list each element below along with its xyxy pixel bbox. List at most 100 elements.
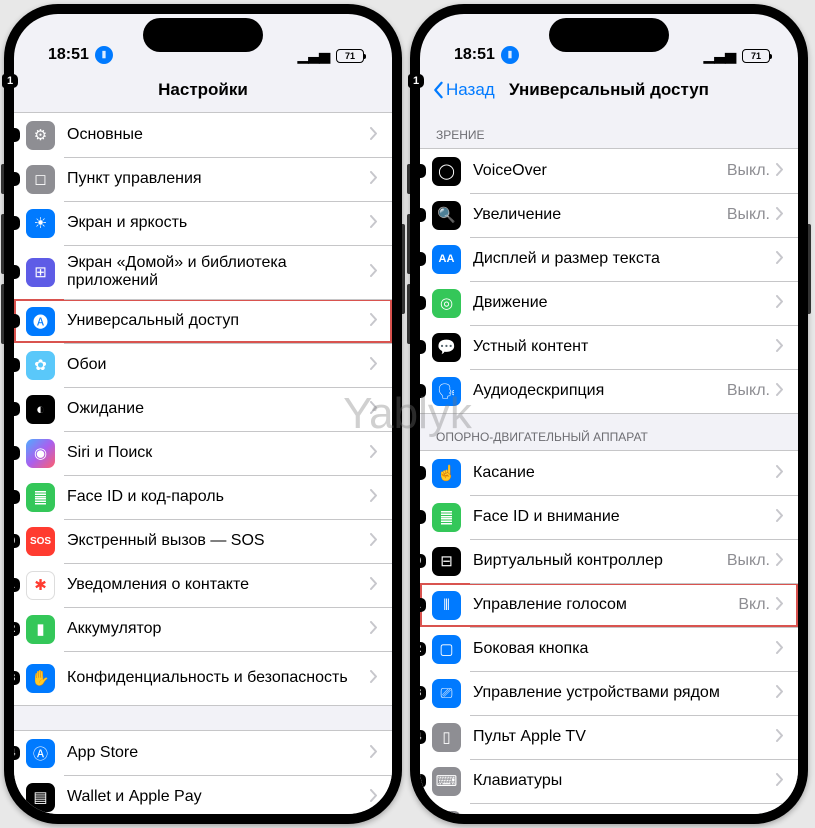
hint-badge: 12	[420, 642, 426, 656]
settings-row[interactable]: 11✱Уведомления о контакте	[14, 563, 392, 607]
status-time: 18:51	[454, 46, 495, 64]
switch-icon: ⊟	[432, 547, 461, 576]
settings-row[interactable]: 14▯Пульт Apple TV	[420, 715, 798, 759]
row-value: Выкл.	[727, 552, 770, 570]
chevron-right-icon	[370, 313, 378, 329]
row-label: Увеличение	[473, 206, 727, 224]
chevron-right-icon	[370, 489, 378, 505]
row-label: Дисплей и размер текста	[473, 250, 776, 268]
row-label: Касание	[473, 464, 776, 482]
chevron-right-icon	[776, 295, 784, 311]
row-label: Экран «Домой» и библиотека приложений	[67, 254, 370, 291]
chevron-left-icon	[432, 81, 444, 99]
voice-control-indicator-icon: ⦀	[95, 46, 113, 64]
settings-row[interactable]: 10SOSЭкстренный вызов — SOS	[14, 519, 392, 563]
hint-badge: 13	[14, 671, 20, 685]
row-label: Боковая кнопка	[473, 640, 776, 658]
row-label: Пункт управления	[67, 170, 370, 188]
spoken-icon: 💬	[432, 333, 461, 362]
chevron-right-icon	[776, 163, 784, 179]
page-title: Универсальный доступ	[509, 80, 709, 100]
hint-badge: 1	[2, 74, 18, 88]
chevron-right-icon	[776, 641, 784, 657]
settings-row[interactable]: 1⚙︎Основные	[14, 113, 392, 157]
row-label: Универсальный доступ	[67, 312, 370, 330]
settings-row[interactable]: 4AAДисплей и размер текста	[420, 237, 798, 281]
hint-badge: 8	[420, 466, 426, 480]
settings-row[interactable]: 4⊞Экран «Домой» и библиотека приложений	[14, 245, 392, 299]
chevron-right-icon	[776, 729, 784, 745]
chevron-right-icon	[776, 207, 784, 223]
chevron-right-icon	[370, 401, 378, 417]
row-label: Экстренный вызов — SOS	[67, 532, 370, 550]
hint-badge: 9	[14, 490, 20, 504]
row-value: Выкл.	[727, 162, 770, 180]
dynamic-island	[549, 18, 669, 52]
chevron-right-icon	[370, 789, 378, 805]
row-label: Основные	[67, 126, 370, 144]
settings-row[interactable]: 8 ☝ Касание	[420, 451, 798, 495]
settings-row[interactable]: 5🅐Универсальный доступ	[14, 299, 392, 343]
settings-row[interactable]: 9 ䷀ Face ID и код-пароль	[14, 475, 392, 519]
settings-row[interactable]: 2◯VoiceOverВыкл.	[420, 149, 798, 193]
row-label: Обои	[67, 356, 370, 374]
settings-row[interactable]: 13⎚Управление устройствами рядом	[420, 671, 798, 715]
hint-badge: 5	[420, 296, 426, 310]
settings-row[interactable]: 10⊟Виртуальный контроллерВыкл.	[420, 539, 798, 583]
wallpaper-icon: ✿	[26, 351, 55, 380]
appletv-icon: ▯	[432, 723, 461, 752]
cellular-icon: ▁▃▅	[298, 47, 330, 64]
settings-row[interactable]: 15⌨Клавиатуры	[420, 759, 798, 803]
hint-badge: 2	[14, 172, 20, 186]
hint-badge: 11	[420, 598, 426, 612]
settings-row[interactable]: 2◻︎Пункт управления	[14, 157, 392, 201]
settings-row[interactable]: 8◉Siri и Поиск	[14, 431, 392, 475]
hint-badge: 15	[420, 774, 426, 788]
sidebutton-icon: ▢	[432, 635, 461, 664]
airpods-icon: 🎧	[432, 811, 461, 815]
row-label: Пульт Apple TV	[473, 728, 776, 746]
chevron-right-icon	[370, 215, 378, 231]
settings-row[interactable]: 3☀︎Экран и яркость	[14, 201, 392, 245]
row-label: Face ID и код-пароль	[67, 488, 370, 506]
phone-right: 1 18:51 ⦀ ▁▃▅ 71 Назад Универсальный дос…	[410, 4, 808, 824]
zoom-icon: 🔍	[432, 201, 461, 230]
settings-row[interactable]: 12 ▢ Боковая кнопка	[420, 627, 798, 671]
row-label: App Store	[67, 744, 370, 762]
chevron-right-icon	[370, 577, 378, 593]
settings-row[interactable]: 6 ✿ Обои	[14, 343, 392, 387]
touch-icon: ☝	[432, 459, 461, 488]
cellular-icon: ▁▃▅	[704, 47, 736, 64]
settings-list[interactable]: 1⚙︎Основные2◻︎Пункт управления3☀︎Экран и…	[14, 112, 392, 814]
row-label: Аудиодескрипция	[473, 382, 727, 400]
sos-icon: SOS	[26, 527, 55, 556]
hint-badge: 11	[14, 578, 20, 592]
settings-row[interactable]: 16🎧Наушники AirPods	[420, 803, 798, 814]
accessibility-list[interactable]: ЗРЕНИЕ 2◯VoiceOverВыкл.3🔍УвеличениеВыкл.…	[420, 112, 798, 814]
chevron-right-icon	[370, 670, 378, 686]
faceid-icon: ䷀	[26, 483, 55, 512]
settings-row[interactable]: 11⦀Управление голосомВкл.	[420, 583, 798, 627]
settings-row[interactable]: 12▮Аккумулятор	[14, 607, 392, 651]
chevron-right-icon	[370, 533, 378, 549]
chevron-right-icon	[776, 509, 784, 525]
hint-badge: 7	[420, 384, 426, 398]
hint-badge: 3	[420, 208, 426, 222]
faceid-icon: ䷀	[432, 503, 461, 532]
row-label: Виртуальный контроллер	[473, 552, 727, 570]
settings-row[interactable]: 14ⒶApp Store	[14, 731, 392, 775]
settings-row[interactable]: 15▤Wallet и Apple Pay	[14, 775, 392, 814]
hint-badge: 6	[14, 358, 20, 372]
settings-row[interactable]: 9䷀Face ID и внимание	[420, 495, 798, 539]
back-button[interactable]: Назад	[432, 80, 495, 100]
settings-row[interactable]: 6💬Устный контент	[420, 325, 798, 369]
gear-icon: ⚙︎	[26, 121, 55, 150]
settings-row[interactable]: 7🗣АудиодескрипцияВыкл.	[420, 369, 798, 413]
settings-row[interactable]: 7◐Ожидание	[14, 387, 392, 431]
chevron-right-icon	[370, 745, 378, 761]
chevron-right-icon	[776, 553, 784, 569]
settings-row[interactable]: 13✋Конфиденциальность и безопасность	[14, 651, 392, 705]
settings-row[interactable]: 3🔍УвеличениеВыкл.	[420, 193, 798, 237]
voice-control-icon: ⦀	[432, 591, 461, 620]
settings-row[interactable]: 5◎Движение	[420, 281, 798, 325]
